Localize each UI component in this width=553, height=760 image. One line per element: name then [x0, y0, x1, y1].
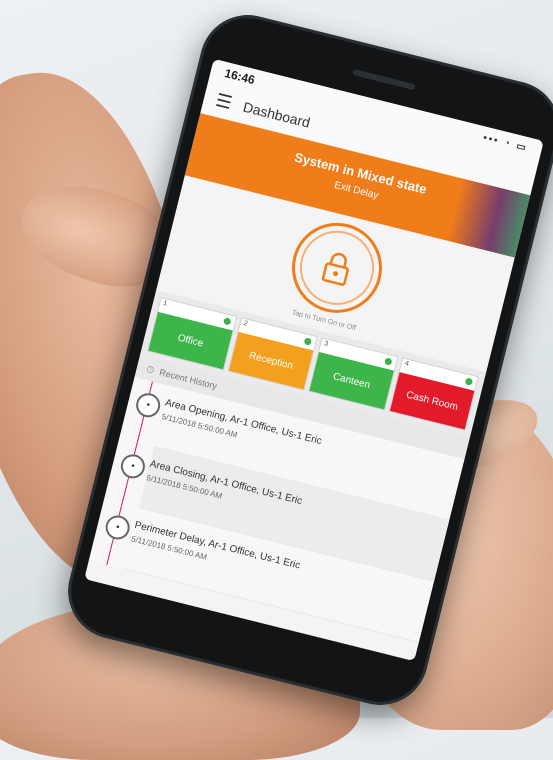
area-card-cash-room[interactable]: 4 Cash Room [388, 357, 479, 431]
phone-speaker [352, 68, 416, 91]
timeline-node-icon: ● [133, 390, 163, 420]
history-clock-icon: 🕑︎ [145, 363, 156, 375]
area-number: 4 [403, 360, 410, 368]
area-card-reception[interactable]: 2 Reception [227, 317, 318, 391]
status-dot [302, 335, 314, 347]
area-card-canteen[interactable]: 3 Canteen [308, 337, 399, 411]
timeline-node-icon: ● [118, 451, 148, 481]
hamburger-icon[interactable]: ☰ [214, 90, 234, 113]
area-number: 3 [323, 340, 329, 348]
timeline-node-icon: ● [103, 512, 133, 543]
area-number: 2 [242, 320, 249, 328]
status-dot [382, 356, 394, 367]
lock-toggle-button[interactable] [282, 212, 392, 322]
status-time: 16:46 [223, 66, 257, 88]
lock-icon [292, 222, 382, 313]
area-number: 1 [162, 299, 168, 308]
status-dot [221, 315, 233, 327]
status-dot [463, 376, 475, 388]
area-card-office[interactable]: 1 Office [147, 297, 238, 371]
